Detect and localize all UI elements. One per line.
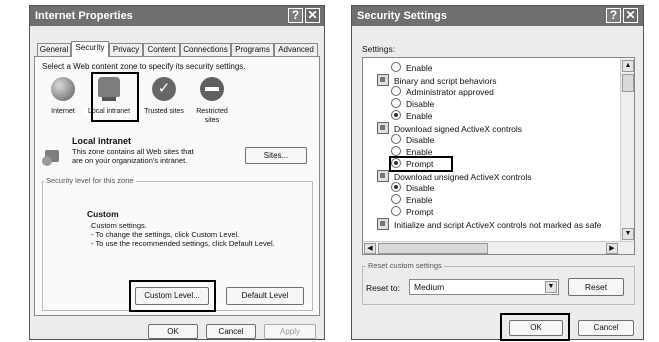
category-label: Initialize and script ActiveX controls n… [394,220,602,230]
radio-button-selected[interactable] [391,110,401,120]
security-settings-titlebar[interactable]: Security Settings [352,6,643,26]
zone-heading: Local intranet [72,136,132,146]
list-item[interactable]: Enable [377,62,432,74]
local-intranet-globe-icon [42,156,52,166]
tab-general[interactable]: General [37,43,71,56]
radio-button-selected[interactable] [391,182,401,192]
horizontal-scrollbar[interactable]: ◀ ▶ [363,241,634,254]
option-label: Disable [406,99,435,109]
no-entry-bar [205,87,219,91]
category-label: Download signed ActiveX controls [394,124,523,134]
reset-to-select[interactable]: Medium ▼ [409,279,559,295]
internet-properties-titlebar[interactable]: Internet Properties [30,6,324,26]
zone-label-restricted-sites: Restricted sites [196,108,228,124]
level-title: Custom [87,209,119,219]
security-settings-window: Security Settings ? ✕ Settings: Enable B… [351,5,644,341]
radio-button[interactable] [391,62,401,72]
apply-button[interactable]: Apply [264,324,316,339]
radio-button[interactable] [391,146,401,156]
reset-group-title: Reset custom settings [366,261,444,270]
option-label: Enable [406,111,433,121]
default-level-button[interactable]: Default Level [226,287,304,305]
scroll-thumb[interactable] [622,74,634,92]
zone-internet[interactable]: Internet [45,77,81,121]
list-item[interactable]: Administrator approved [377,86,494,98]
settings-category-icon [377,218,389,230]
radio-button[interactable] [391,194,401,204]
scroll-left-icon[interactable]: ◀ [364,243,376,254]
list-item[interactable]: Disable [377,134,434,146]
ok-button[interactable]: OK [148,324,198,339]
level-line-1: Custom settings. [91,221,147,230]
option-label: Administrator approved [406,87,494,97]
sites-button[interactable]: Sites... [245,147,307,164]
tab-programs[interactable]: Programs [231,43,274,56]
category-label: Binary and script behaviors [394,76,497,86]
settings-list[interactable]: Enable Binary and script behaviors Admin… [362,57,635,255]
cancel-button[interactable]: Cancel [206,324,256,339]
option-label: Disable [406,183,435,193]
radio-button[interactable] [391,206,401,216]
scroll-down-icon[interactable]: ▼ [622,228,634,240]
tab-privacy[interactable]: Privacy [109,43,143,56]
option-label: Prompt [406,207,434,217]
close-icon[interactable]: ✕ [623,8,638,23]
option-label: Enable [406,63,433,73]
list-item: Download signed ActiveX controls [377,122,522,134]
option-label: Enable [406,195,433,205]
reset-to-label: Reset to: [366,283,401,293]
window-title: Internet Properties [35,10,133,22]
settings-category-icon [377,170,389,182]
zone-restricted-sites[interactable]: Restricted sites [187,77,237,131]
zone-label-internet: Internet [51,108,75,115]
security-level-group-title: Security level for this zone [44,176,136,185]
list-item: Download unsigned ActiveX controls [377,170,532,182]
radio-button[interactable] [391,98,401,108]
internet-properties-window: Internet Properties ? ✕ General Security… [29,5,325,340]
zone-description-line-2: are on your organization's intranet. [72,156,188,165]
category-label: Download unsigned ActiveX controls [394,172,532,182]
settings-category-icon [377,74,389,86]
scroll-right-icon[interactable]: ▶ [606,243,618,254]
globe-icon [51,77,75,101]
list-item[interactable]: Disable [377,182,434,194]
list-item: Binary and script behaviors [377,74,497,86]
radio-button[interactable] [391,86,401,96]
custom-level-highlight [129,280,216,312]
local-intranet-highlight [91,72,139,122]
vertical-scrollbar[interactable]: ▲ ▼ [620,58,634,241]
zone-trusted-sites[interactable]: ✓ Trusted sites [139,77,189,121]
reset-button[interactable]: Reset [568,278,624,296]
radio-button[interactable] [391,134,401,144]
settings-category-icon [377,122,389,134]
list-item[interactable]: Disable [377,98,434,110]
level-line-3: - To use the recommended settings, click… [91,239,275,248]
close-icon[interactable]: ✕ [305,8,320,23]
scroll-up-icon[interactable]: ▲ [622,60,634,72]
select-zone-text: Select a Web content zone to specify its… [42,62,246,71]
ok-highlight [500,313,570,341]
list-item[interactable]: Prompt [377,206,433,218]
window-title: Security Settings [357,10,447,22]
checkmark-icon: ✓ [152,77,176,101]
tab-connections[interactable]: Connections [180,43,231,56]
reset-to-value: Medium [414,282,445,292]
help-icon[interactable]: ? [606,8,621,23]
settings-label: Settings: [362,44,396,54]
tab-security[interactable]: Security [71,41,109,57]
tab-advanced[interactable]: Advanced [274,43,318,56]
chevron-down-icon[interactable]: ▼ [545,281,557,293]
security-tab-panel: Select a Web content zone to specify its… [34,56,320,316]
list-item[interactable]: Enable [377,110,432,122]
level-line-2: - To change the settings, click Custom L… [91,230,240,239]
cancel-button[interactable]: Cancel [578,320,634,336]
option-label: Disable [406,135,435,145]
no-entry-icon [200,77,224,101]
horizontal-scroll-thumb[interactable] [378,243,488,254]
list-item[interactable]: Enable [377,194,432,206]
tab-content[interactable]: Content [143,43,180,56]
help-icon[interactable]: ? [288,8,303,23]
zone-label-trusted-sites: Trusted sites [144,108,184,115]
list-item: Initialize and script ActiveX controls n… [377,218,601,230]
